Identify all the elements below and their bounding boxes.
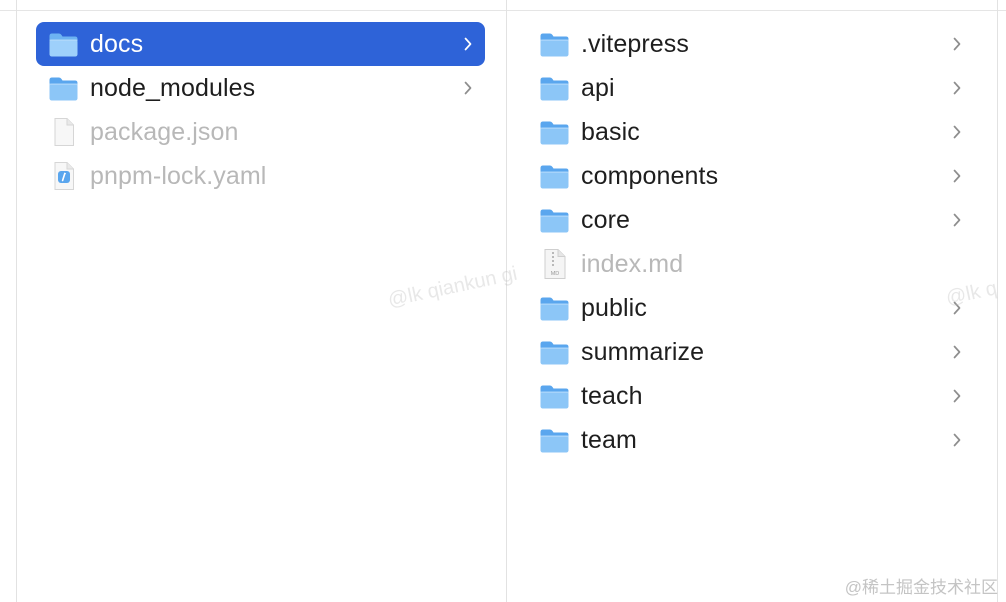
chevron-right-icon (952, 80, 962, 96)
item-name: core (581, 205, 631, 234)
item-name: basic (581, 117, 640, 146)
folder-row-public[interactable]: public (527, 286, 976, 330)
column-docs: .vitepress api basic components core MD index.… (527, 22, 976, 462)
file-row-pnpm-lock-yaml[interactable]: pnpm-lock.yaml (36, 154, 485, 198)
item-name: team (581, 425, 637, 454)
folder-icon (539, 74, 570, 102)
credit-watermark: @稀土掘金技术社区 (844, 578, 998, 597)
folder-icon (539, 118, 570, 146)
chevron-right-icon (952, 168, 962, 184)
item-name: summarize (581, 337, 705, 366)
item-name: index.md (581, 249, 684, 278)
chevron-right-icon (952, 344, 962, 360)
svg-text:MD: MD (550, 271, 559, 277)
column-project-root: docs node_modules package.json pnpm-lock.ya… (36, 22, 485, 198)
chevron-right-icon (952, 212, 962, 228)
chevron-right-icon (952, 124, 962, 140)
chevron-right-icon (463, 36, 473, 52)
folder-icon (539, 30, 570, 58)
folder-row-docs[interactable]: docs (36, 22, 485, 66)
folder-icon (539, 338, 570, 366)
item-name: node_modules (90, 73, 256, 102)
folder-icon (539, 294, 570, 322)
folder-icon (48, 74, 79, 102)
folder-icon (539, 426, 570, 454)
yaml-file-icon (48, 162, 79, 190)
folder-row-teach[interactable]: teach (527, 374, 976, 418)
watermark-text: @lk qiankun gi (386, 262, 520, 312)
folder-row-basic[interactable]: basic (527, 110, 976, 154)
column-divider-middle[interactable] (506, 0, 507, 602)
chevron-right-icon (952, 300, 962, 316)
markdown-file-icon: MD (539, 249, 570, 279)
folder-row-api[interactable]: api (527, 66, 976, 110)
file-row-package-json[interactable]: package.json (36, 110, 485, 154)
item-name: api (581, 73, 615, 102)
folder-row-vitepress[interactable]: .vitepress (527, 22, 976, 66)
column-divider-right[interactable] (997, 0, 998, 602)
file-row-index-md[interactable]: MD index.md (527, 242, 976, 286)
item-name: docs (90, 29, 144, 58)
folder-row-core[interactable]: core (527, 198, 976, 242)
item-name: .vitepress (581, 29, 689, 58)
chevron-right-icon (952, 36, 962, 52)
finder-column-view: docs node_modules package.json pnpm-lock.ya… (0, 0, 1006, 602)
chevron-right-icon (952, 432, 962, 448)
item-name: components (581, 161, 719, 190)
item-name: pnpm-lock.yaml (90, 161, 267, 190)
folder-icon (539, 382, 570, 410)
folder-row-components[interactable]: components (527, 154, 976, 198)
folder-row-summarize[interactable]: summarize (527, 330, 976, 374)
chevron-right-icon (463, 80, 473, 96)
folder-icon (48, 30, 79, 58)
item-name: teach (581, 381, 643, 410)
item-name: package.json (90, 117, 239, 146)
document-file-icon (48, 118, 79, 146)
folder-row-team[interactable]: team (527, 418, 976, 462)
item-name: public (581, 293, 647, 322)
folder-row-node-modules[interactable]: node_modules (36, 66, 485, 110)
top-divider (0, 10, 1006, 11)
folder-icon (539, 162, 570, 190)
folder-icon (539, 206, 570, 234)
chevron-right-icon (952, 388, 962, 404)
column-divider-left[interactable] (16, 0, 17, 602)
